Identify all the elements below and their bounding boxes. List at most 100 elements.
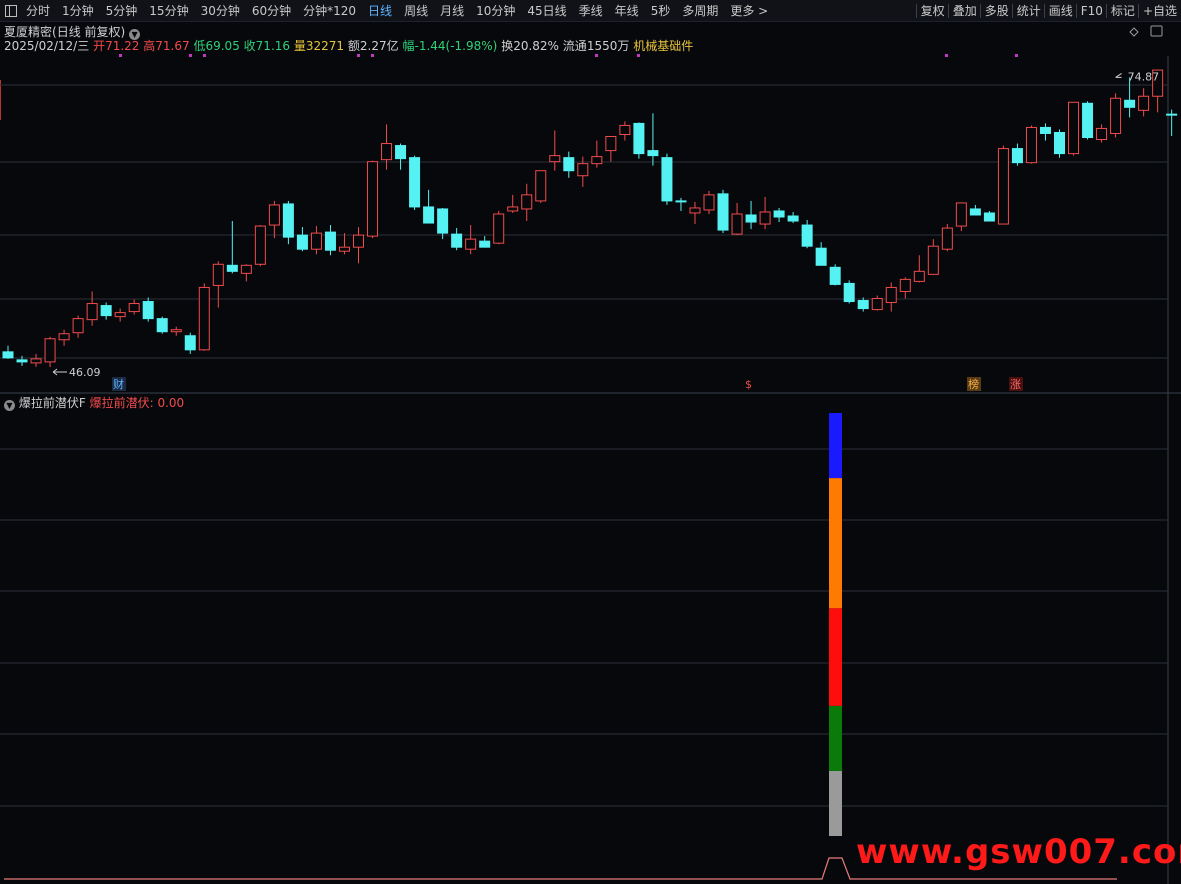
signal-dot <box>637 54 640 57</box>
candle-up <box>885 286 897 304</box>
candle-up <box>170 329 182 333</box>
chevron-down-icon[interactable]: ▼ <box>4 400 15 411</box>
candle-down <box>1166 113 1178 116</box>
candle-up <box>381 143 393 161</box>
low-marker-arrow <box>52 368 68 376</box>
candle-up <box>1110 97 1122 134</box>
event-marker-0: 财 <box>113 377 124 391</box>
candle-down <box>1054 131 1065 155</box>
candle-down <box>787 215 799 222</box>
candle-down <box>1039 126 1051 134</box>
signal-dot <box>203 54 206 57</box>
candle-down <box>801 224 813 247</box>
candle-down <box>1011 148 1023 164</box>
candle-down <box>409 157 421 208</box>
candle-up <box>591 156 603 165</box>
signal-dot <box>945 54 948 57</box>
window-icon <box>1150 25 1163 37</box>
candle-down <box>857 300 869 310</box>
candle-up <box>521 194 533 210</box>
candle-up <box>198 286 210 351</box>
signal-dot <box>595 54 598 57</box>
indicator-title: ▼ 爆拉前潜伏F 爆拉前潜伏: 0.00 <box>4 396 184 411</box>
kline-chart[interactable]: 74.87 46.09 财 $ 榜 涨 <box>0 0 1181 884</box>
candle-down <box>479 240 491 248</box>
candle-up <box>240 264 252 274</box>
candle-up <box>549 155 561 163</box>
candle-up <box>58 333 70 341</box>
candle-up <box>114 312 126 318</box>
candle-up <box>128 303 140 313</box>
indicator-name[interactable]: 爆拉前潜伏F <box>19 396 86 410</box>
candle-up <box>899 278 911 292</box>
candle-up <box>1068 101 1080 155</box>
candle-up <box>703 194 715 211</box>
candle-down <box>451 233 463 248</box>
indicator-bar-segment-1 <box>829 705 842 771</box>
candle-down <box>675 200 687 203</box>
indicator-bar-segment-2 <box>829 608 842 706</box>
candle-up <box>212 263 224 286</box>
signal-dot <box>1015 54 1018 57</box>
high-marker-arrow <box>1115 73 1122 78</box>
candle-down <box>324 231 336 251</box>
candle-up <box>997 148 1009 225</box>
candle-down <box>773 210 785 218</box>
candle-up <box>72 318 84 334</box>
candle-down <box>156 318 168 333</box>
event-marker-2: 榜 <box>968 377 979 391</box>
candle-up <box>338 246 350 252</box>
candle-down <box>815 247 827 266</box>
candle-down <box>745 214 757 223</box>
candle-up <box>254 225 266 265</box>
indicator-bar-segment-0 <box>829 770 842 836</box>
candle-up <box>927 245 939 275</box>
candle-down <box>647 150 659 157</box>
candle-down <box>184 335 196 351</box>
indicator-series-label: 爆拉前潜伏: <box>89 396 154 410</box>
candle-down <box>661 157 673 202</box>
candle-up <box>1138 95 1150 111</box>
event-marker-1: $ <box>745 378 752 391</box>
candle-down <box>395 145 407 160</box>
candle-down <box>843 282 855 303</box>
candle-up <box>941 227 953 250</box>
candle-down <box>142 301 154 320</box>
candle-up <box>913 270 925 282</box>
candle-down <box>100 305 112 317</box>
candle-up <box>30 358 42 364</box>
candle-down <box>829 266 841 285</box>
indicator-bar-segment-3 <box>829 478 842 609</box>
candle-up <box>731 213 743 235</box>
candle-up <box>605 136 617 152</box>
candle-up <box>507 206 519 212</box>
candle-up <box>493 213 505 244</box>
candle-down <box>423 206 435 224</box>
signal-dot <box>371 54 374 57</box>
candle-up <box>86 303 98 321</box>
candle-up <box>689 207 701 214</box>
signal-dot <box>119 54 122 57</box>
event-marker-3: 涨 <box>1010 378 1021 391</box>
candle-down <box>282 203 294 238</box>
candle-up <box>310 232 322 250</box>
candle-down <box>437 208 449 234</box>
diamond-icon <box>1129 27 1139 37</box>
candle-up <box>268 204 280 226</box>
candle-up <box>353 234 364 248</box>
candle-up <box>577 163 589 177</box>
candle-up <box>535 170 547 202</box>
candle-up <box>1096 127 1108 141</box>
candle-up <box>367 161 379 237</box>
indicator-bar-segment-4 <box>829 413 842 479</box>
candle-down <box>717 193 729 231</box>
candle-up <box>44 338 56 363</box>
candle-down <box>633 122 645 155</box>
candle-down <box>16 359 28 363</box>
candle-down <box>969 208 981 216</box>
signal-dot <box>357 54 360 57</box>
candle-up <box>871 298 883 311</box>
indicator-value: 0.00 <box>157 396 185 410</box>
candle-down <box>563 157 575 172</box>
candle-up <box>759 211 771 225</box>
